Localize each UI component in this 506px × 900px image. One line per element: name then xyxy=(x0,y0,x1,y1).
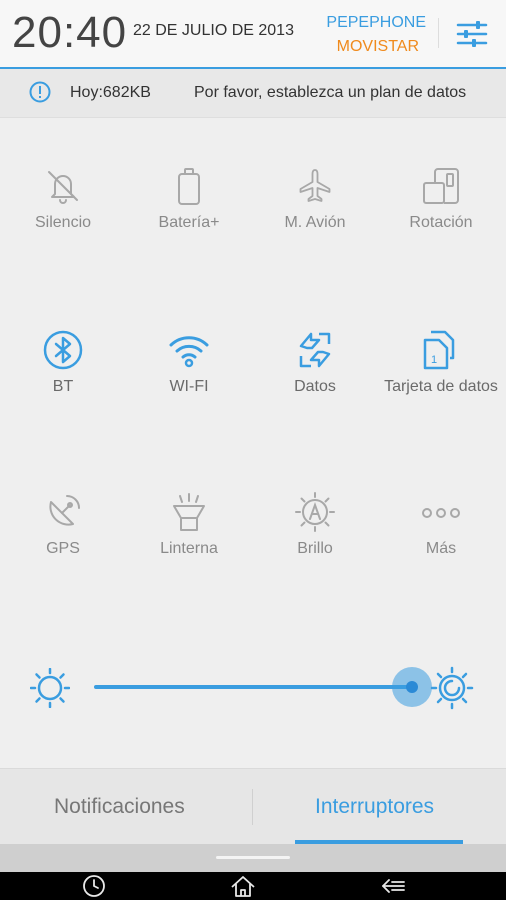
toggle-bateria[interactable]: Batería+ xyxy=(126,166,252,276)
auto-brightness-icon[interactable] xyxy=(430,666,474,710)
header-divider xyxy=(438,18,439,48)
toggle-label: Linterna xyxy=(160,540,218,557)
data-usage-bar[interactable]: Hoy:682KB Por favor, establezca un plan … xyxy=(0,69,506,118)
toggle-label: Rotación xyxy=(409,214,473,231)
wifi-icon xyxy=(169,336,209,368)
tab-interruptores[interactable]: Interruptores xyxy=(315,795,434,819)
status-header: 20:40 22 DE JULIO DE 2013 PEPEPHONE MOVI… xyxy=(0,0,506,68)
drawer-handle-bar[interactable] xyxy=(0,844,506,872)
toggle-brillo[interactable]: Brillo xyxy=(252,492,378,602)
bell-off-icon xyxy=(48,171,78,204)
brightness-slider-track[interactable] xyxy=(94,685,412,689)
toggle-label: Tarjeta de datos xyxy=(384,378,498,395)
panel-tabs: Notificaciones Interruptores xyxy=(0,768,506,845)
bluetooth-icon xyxy=(43,330,83,370)
tab-divider xyxy=(252,789,253,825)
carrier-primary: PEPEPHONE xyxy=(326,14,426,31)
date-label: 22 DE JULIO DE 2013 xyxy=(133,22,294,39)
toggle-gps[interactable]: GPS xyxy=(0,492,126,602)
toggle-bt[interactable]: BT xyxy=(0,330,126,440)
clock: 20:40 xyxy=(12,8,128,57)
toggle-label: M. Avión xyxy=(284,214,346,231)
navigation-bar xyxy=(0,872,506,900)
toggle-silencio[interactable]: Silencio xyxy=(0,166,126,276)
toggle-mas[interactable]: Más xyxy=(378,492,504,602)
toggle-label: Datos xyxy=(294,378,336,395)
toggle-wifi[interactable]: WI-FI xyxy=(126,330,252,440)
battery-icon xyxy=(178,168,200,205)
gps-icon xyxy=(49,495,80,526)
brightness-auto-icon xyxy=(295,492,335,532)
brightness-slider-thumb[interactable] xyxy=(406,681,418,693)
brightness-low-icon xyxy=(30,668,70,708)
usage-today: Hoy:682KB xyxy=(70,84,151,101)
toggle-label: Brillo xyxy=(297,540,333,557)
sliders-icon xyxy=(456,21,488,47)
rotation-icon xyxy=(423,168,459,204)
toggle-modo-avion[interactable]: M. Avión xyxy=(252,166,378,276)
toggle-linterna[interactable]: Linterna xyxy=(126,492,252,602)
toggle-label: Batería+ xyxy=(158,214,220,231)
data-transfer-icon xyxy=(299,332,331,368)
svg-text:1: 1 xyxy=(431,354,437,366)
drag-handle[interactable] xyxy=(216,856,290,859)
data-plan-message: Por favor, establezca un plan de datos xyxy=(194,84,467,101)
flashlight-icon xyxy=(173,493,205,531)
tab-notificaciones[interactable]: Notificaciones xyxy=(54,795,185,819)
home-icon[interactable] xyxy=(230,874,256,898)
settings-button[interactable] xyxy=(455,18,489,50)
toggle-label: WI-FI xyxy=(169,378,209,395)
back-icon[interactable] xyxy=(380,874,406,898)
carrier-secondary: MOVISTAR xyxy=(336,38,419,55)
toggle-rotacion[interactable]: Rotación xyxy=(378,166,504,276)
more-icon xyxy=(422,508,460,518)
info-alert-icon xyxy=(29,81,51,103)
airplane-icon xyxy=(299,169,331,202)
sim-card-icon: 1 xyxy=(423,330,455,370)
toggle-datos[interactable]: Datos xyxy=(252,330,378,440)
recents-clock-icon[interactable] xyxy=(81,874,107,898)
toggle-label: Más xyxy=(425,540,457,557)
toggle-tarjeta-datos[interactable]: 1 Tarjeta de datos xyxy=(378,330,504,440)
